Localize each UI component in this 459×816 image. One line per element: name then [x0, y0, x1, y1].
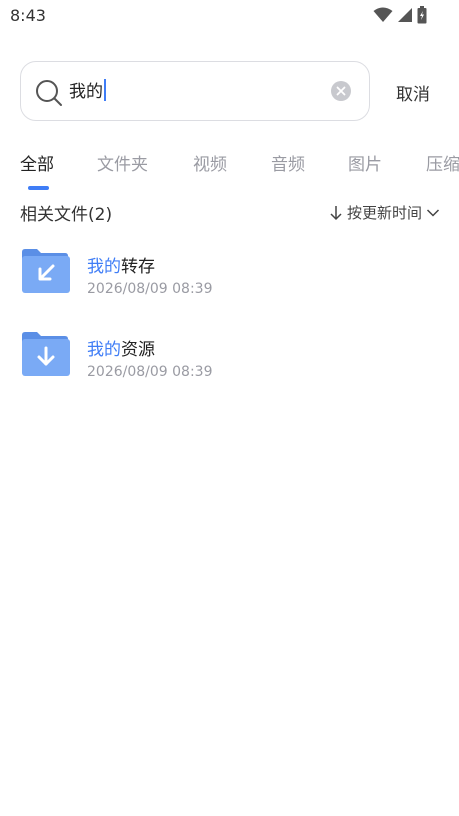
item-date: 2026/08/09 08:39	[87, 281, 213, 297]
signal-icon	[398, 8, 412, 22]
status-time: 8:43	[10, 6, 46, 25]
item-name: 我的转存	[87, 257, 155, 277]
folder-transfer-icon	[22, 249, 70, 293]
clear-icon[interactable]	[331, 81, 351, 101]
results-count-title: 相关文件(2)	[20, 205, 113, 225]
chevron-down-icon	[426, 208, 440, 217]
status-bar: 8:43	[0, 0, 459, 32]
text-caret	[104, 79, 106, 101]
tab-audio[interactable]: 音频	[271, 150, 305, 175]
tab-folders[interactable]: 文件夹	[97, 150, 148, 175]
system-icons	[373, 6, 427, 24]
tab-images[interactable]: 图片	[348, 150, 382, 175]
list-item[interactable]: 我的转存 2026/08/09 08:39	[20, 248, 440, 308]
category-tabs: 全部 文件夹 视频 音频 图片 压缩	[0, 150, 459, 190]
wifi-icon	[373, 7, 393, 22]
folder-download-icon	[22, 332, 70, 376]
list-item[interactable]: 我的资源 2026/08/09 08:39	[20, 331, 440, 391]
tab-videos[interactable]: 视频	[193, 150, 227, 175]
sort-label: 按更新时间	[346, 204, 422, 222]
tab-archives[interactable]: 压缩	[426, 150, 459, 175]
arrow-down-icon	[330, 205, 342, 220]
search-box[interactable]: 我的	[20, 61, 370, 121]
results-header: 相关文件(2) 按更新时间	[20, 200, 440, 225]
search-input[interactable]: 我的	[69, 77, 319, 107]
tab-all[interactable]: 全部	[20, 150, 54, 175]
search-query: 我的	[69, 82, 103, 102]
item-name: 我的资源	[87, 340, 155, 360]
sort-button[interactable]: 按更新时间	[329, 202, 440, 223]
search-icon	[36, 80, 62, 106]
cancel-button[interactable]: 取消	[396, 80, 430, 105]
battery-icon	[417, 6, 427, 24]
item-date: 2026/08/09 08:39	[87, 364, 213, 380]
tab-indicator	[28, 186, 49, 190]
